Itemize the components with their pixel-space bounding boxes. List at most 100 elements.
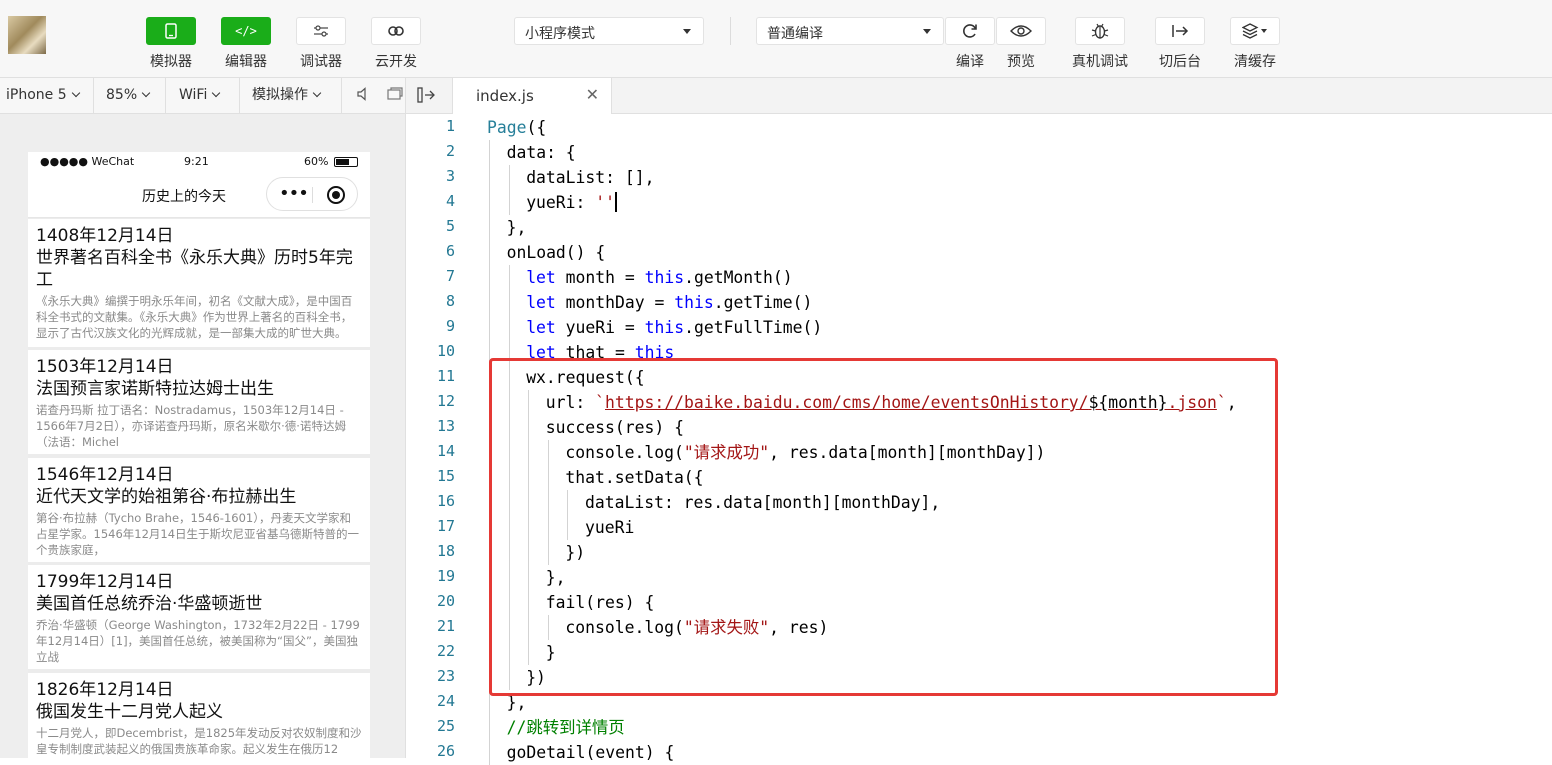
zoom-select[interactable]: 85% xyxy=(94,78,166,113)
code-line[interactable]: 7 let month = this.getMonth() xyxy=(406,265,1552,290)
compile-mode-select[interactable]: 普通编译 xyxy=(756,17,944,45)
line-number: 23 xyxy=(436,667,455,685)
event-title: 俄国发生十二月党人起义 xyxy=(36,702,223,722)
simulator-panel: ●●●●● WeChat 9:21 60% 历史上的今天 ••• 1408年12… xyxy=(0,114,406,758)
debugger-label: 调试器 xyxy=(300,54,342,70)
cloud-dev-button[interactable]: 云开发 xyxy=(369,17,423,71)
indent-guide xyxy=(489,165,490,190)
code-line[interactable]: 3 dataList: [], xyxy=(406,165,1552,190)
code-line[interactable]: 26 goDetail(event) { xyxy=(406,740,1552,765)
indent-guide xyxy=(489,715,490,740)
indent-guide xyxy=(508,165,510,190)
line-number: 1 xyxy=(445,117,455,135)
close-icon[interactable]: ✕ xyxy=(586,85,599,104)
code-token: this xyxy=(674,293,714,312)
phone-icon xyxy=(146,17,196,45)
debugger-button[interactable]: 调试器 xyxy=(294,17,348,71)
close-miniprogram-icon[interactable] xyxy=(327,186,345,204)
line-number: 24 xyxy=(436,692,455,710)
volume-icon[interactable] xyxy=(357,87,369,105)
code-text: data: { xyxy=(507,140,576,165)
window-icon[interactable] xyxy=(387,87,403,105)
code-token: this xyxy=(644,318,685,337)
code-text: let yueRi = this.getFullTime() xyxy=(526,315,822,340)
code-line[interactable]: 2 data: { xyxy=(406,140,1552,165)
clear-cache-button[interactable]: 清缓存 xyxy=(1228,17,1282,71)
line-number: 22 xyxy=(436,642,455,660)
simulator-label: 模拟器 xyxy=(150,54,192,70)
event-date: 1503年12月14日 xyxy=(36,357,174,377)
clear-cache-label: 清缓存 xyxy=(1234,54,1276,70)
simulate-operation-value: 模拟操作 xyxy=(252,87,308,103)
bug-icon xyxy=(1075,17,1125,45)
code-line[interactable]: 4 yueRi: '' xyxy=(406,190,1552,215)
phone-screen: ●●●●● WeChat 9:21 60% 历史上的今天 ••• 1408年12… xyxy=(28,152,370,758)
code-token: monthDay = xyxy=(555,293,675,312)
cloud-dev-label: 云开发 xyxy=(375,54,417,70)
menu-capsule[interactable]: ••• xyxy=(266,177,358,211)
line-number: 12 xyxy=(436,392,455,410)
line-number: 18 xyxy=(436,542,455,560)
event-title: 美国首任总统乔治·华盛顿逝世 xyxy=(36,594,263,614)
line-number: 21 xyxy=(436,617,455,635)
mode-select-value: 小程序模式 xyxy=(525,26,595,42)
background-button[interactable]: 切后台 xyxy=(1153,17,1207,71)
highlight-annotation-box xyxy=(489,358,1278,696)
background-label: 切后台 xyxy=(1159,54,1201,70)
preview-button[interactable]: 预览 xyxy=(994,17,1048,71)
indent-guide xyxy=(489,190,490,215)
list-item[interactable]: 1799年12月14日 美国首任总统乔治·华盛顿逝世 乔治·华盛顿（George… xyxy=(28,565,370,669)
list-item[interactable]: 1546年12月14日 近代天文学的始祖第谷·布拉赫出生 第谷·布拉赫（Tych… xyxy=(28,458,370,562)
eye-icon xyxy=(996,17,1046,45)
main-toolbar: 模拟器 </> 编辑器 调试器 云开发 小程序模式 普通编译 编译 预览 真机调… xyxy=(0,0,1552,78)
more-icon[interactable]: ••• xyxy=(279,183,309,204)
line-number: 9 xyxy=(445,317,455,335)
toolbar-divider xyxy=(730,17,731,45)
indent-guide xyxy=(489,740,490,765)
code-line[interactable]: 1 Page({ xyxy=(406,115,1552,140)
caret-down-icon xyxy=(923,29,931,34)
indent-guide xyxy=(489,140,490,165)
compile-label: 编译 xyxy=(956,54,984,70)
network-select[interactable]: WiFi xyxy=(166,78,240,113)
status-time: 9:21 xyxy=(184,155,209,168)
code-token: let xyxy=(526,293,556,312)
line-number: 19 xyxy=(436,567,455,585)
editor-button[interactable]: </> 编辑器 xyxy=(219,17,273,71)
code-line[interactable]: 8 let monthDay = this.getTime() xyxy=(406,290,1552,315)
code-token: data: { xyxy=(506,143,576,162)
compile-button[interactable]: 编译 xyxy=(943,17,997,71)
code-line[interactable]: 9 let yueRi = this.getFullTime() xyxy=(406,315,1552,340)
phone-status-bar: ●●●●● WeChat 9:21 60% xyxy=(28,152,370,172)
code-text: onLoad() { xyxy=(507,240,606,265)
code-line[interactable]: 6 onLoad() { xyxy=(406,240,1552,265)
indent-guide xyxy=(489,240,490,265)
code-text: goDetail(event) { xyxy=(507,740,675,765)
list-item[interactable]: 1408年12月14日 世界著名百科全书《永乐大典》历时5年完工 《永乐大典》编… xyxy=(28,219,370,347)
user-avatar[interactable] xyxy=(8,16,46,54)
caret-down-icon xyxy=(683,29,691,34)
code-text: //跳转到详情页 xyxy=(507,715,625,740)
indent-guide xyxy=(508,190,510,215)
tab-index-js[interactable]: index.js ✕ xyxy=(452,78,612,114)
mode-select[interactable]: 小程序模式 xyxy=(514,17,704,45)
indent-guide xyxy=(508,265,510,290)
device-select[interactable]: iPhone 5 xyxy=(0,78,94,113)
remote-debug-button[interactable]: 真机调试 xyxy=(1068,17,1132,71)
event-desc: 乔治·华盛顿（George Washington，1732年2月22日 - 17… xyxy=(36,618,360,664)
list-item[interactable]: 1503年12月14日 法国预言家诺斯特拉达姆士出生 诺查丹玛斯 拉丁语名：No… xyxy=(28,350,370,454)
zoom-value: 85% xyxy=(106,87,138,103)
code-line[interactable]: 25 //跳转到详情页 xyxy=(406,715,1552,740)
code-token: '' xyxy=(595,193,616,212)
code-token: //跳转到详情页 xyxy=(506,718,625,737)
simulate-operation-select[interactable]: 模拟操作 xyxy=(240,78,342,113)
list-item[interactable]: 1826年12月14日 俄国发生十二月党人起义 十二月党人，即Decembris… xyxy=(28,673,370,758)
simulator-button[interactable]: 模拟器 xyxy=(144,17,198,71)
code-token: onLoad() { xyxy=(506,243,606,262)
line-number: 7 xyxy=(445,267,455,285)
battery-percent: 60% xyxy=(304,155,329,168)
code-line[interactable]: 5}, xyxy=(406,215,1552,240)
code-text: let month = this.getMonth() xyxy=(526,265,792,290)
toggle-sidebar-icon[interactable] xyxy=(416,86,436,108)
settings-sliders-icon xyxy=(296,17,346,45)
